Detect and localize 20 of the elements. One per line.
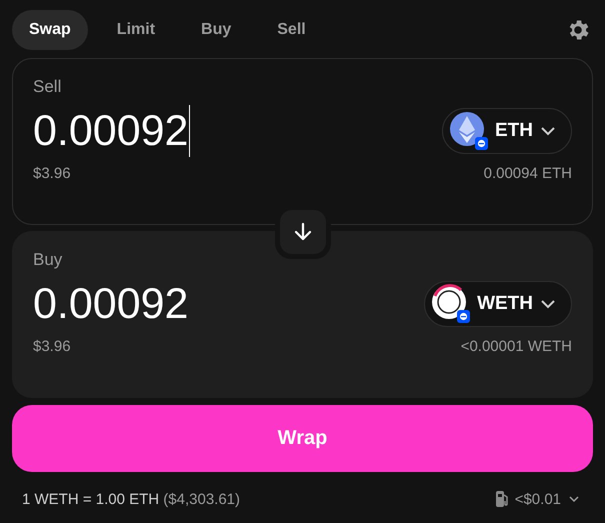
exchange-rate: 1 WETH = 1.00 ETH ($4,303.61) [22, 490, 240, 508]
token-balance: 0.00094 ETH [484, 165, 572, 182]
network-fee-toggle[interactable]: <$0.01 [494, 490, 581, 508]
amount-input[interactable]: 0.00092 [33, 280, 188, 328]
panel-label: Buy [33, 250, 64, 270]
ether-token-icon [449, 111, 489, 151]
usd-value: $3.96 [33, 338, 71, 355]
token-icon [431, 284, 472, 324]
tab[interactable]: Limit [100, 10, 172, 50]
token-selector[interactable]: WETH [424, 281, 572, 327]
switch-direction-button[interactable] [280, 210, 326, 254]
amount-input[interactable]: 0.00092 [33, 106, 188, 156]
fuel-pump-icon [494, 490, 509, 508]
usd-value: $3.96 [33, 165, 71, 182]
tab[interactable]: Sell [260, 10, 323, 50]
tab[interactable]: Swap [12, 10, 88, 50]
panel-label: Sell [33, 77, 62, 97]
tab[interactable]: Buy [184, 10, 248, 50]
token-balance: <0.00001 WETH [460, 338, 572, 355]
token-selector[interactable]: ETH [442, 108, 572, 154]
